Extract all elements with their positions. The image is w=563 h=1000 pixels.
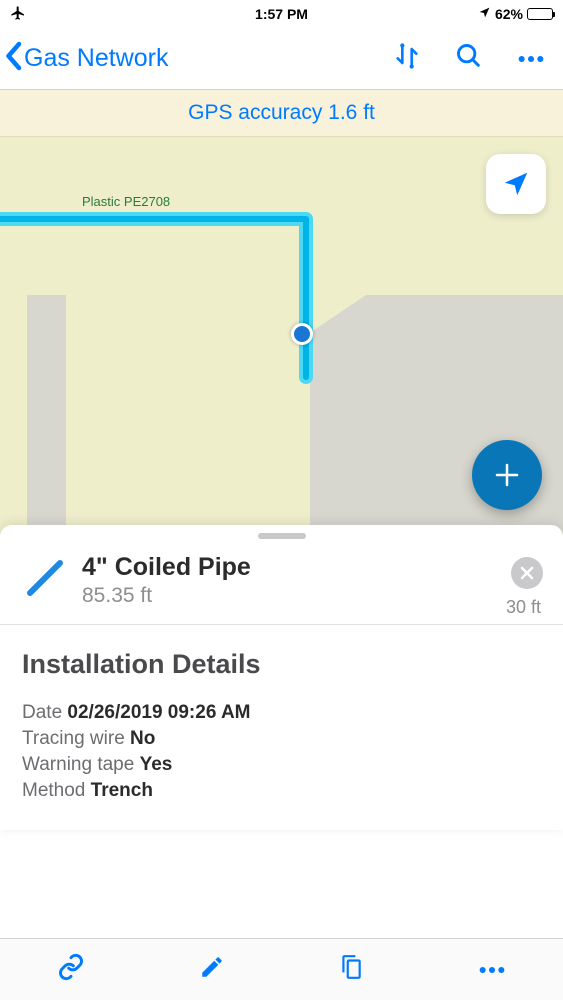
gps-accuracy-banner: GPS accuracy 1.6 ft — [0, 90, 563, 137]
battery-percent: 62% — [495, 6, 523, 22]
close-button[interactable] — [511, 557, 543, 589]
chevron-left-icon — [4, 41, 22, 76]
map-view[interactable]: Plastic PE2708 — [0, 137, 563, 535]
detail-row: Method Trench — [22, 780, 541, 802]
copy-icon[interactable] — [318, 944, 384, 995]
locate-button[interactable] — [486, 154, 546, 214]
feature-sheet: 4" Coiled Pipe 85.35 ft 30 ft Installati… — [0, 525, 563, 830]
feature-length: 85.35 ft — [82, 584, 511, 608]
feature-header: 4" Coiled Pipe 85.35 ft 30 ft — [0, 545, 563, 624]
status-left — [10, 5, 26, 24]
section-title: Installation Details — [22, 649, 541, 680]
battery-icon — [527, 8, 553, 20]
add-feature-button[interactable] — [472, 440, 542, 510]
location-arrow-icon — [501, 169, 531, 199]
navigation-bar: Gas Network — [0, 28, 563, 90]
current-location-dot — [291, 323, 313, 345]
feature-distance: 30 ft — [506, 597, 541, 618]
detail-label: Date — [22, 702, 67, 723]
bottom-toolbar — [0, 938, 563, 1000]
link-icon[interactable] — [37, 943, 105, 996]
pipe-label: Plastic PE2708 — [82, 194, 170, 209]
search-icon[interactable] — [455, 42, 483, 75]
detail-value: No — [130, 728, 155, 749]
installation-details-section: Installation Details Date 02/26/2019 09:… — [0, 624, 563, 830]
detail-label: Tracing wire — [22, 728, 130, 749]
detail-value: 02/26/2019 09:26 AM — [67, 702, 250, 723]
feature-type-icon — [20, 553, 70, 603]
detail-label: Method — [22, 780, 91, 801]
more-icon[interactable] — [517, 50, 545, 68]
back-button[interactable]: Gas Network — [4, 41, 393, 76]
status-right: 62% — [478, 6, 553, 22]
detail-label: Warning tape — [22, 754, 140, 775]
feature-title: 4" Coiled Pipe — [82, 553, 511, 582]
airplane-mode-icon — [10, 5, 26, 24]
nav-actions — [393, 42, 557, 75]
detail-row: Date 02/26/2019 09:26 AM — [22, 702, 541, 724]
location-services-icon — [478, 6, 491, 22]
detail-row: Tracing wire No — [22, 728, 541, 750]
detail-value: Yes — [140, 754, 173, 775]
status-bar: 1:57 PM 62% — [0, 0, 563, 28]
detail-value: Trench — [91, 780, 153, 801]
close-icon — [520, 566, 534, 580]
status-time: 1:57 PM — [255, 6, 308, 22]
back-label: Gas Network — [24, 44, 168, 73]
edit-icon[interactable] — [179, 944, 245, 995]
toolbar-more-icon[interactable] — [458, 951, 526, 989]
detail-row: Warning tape Yes — [22, 754, 541, 776]
sheet-grabber[interactable] — [258, 533, 306, 539]
sort-icon[interactable] — [393, 42, 421, 75]
plus-icon — [492, 460, 522, 490]
